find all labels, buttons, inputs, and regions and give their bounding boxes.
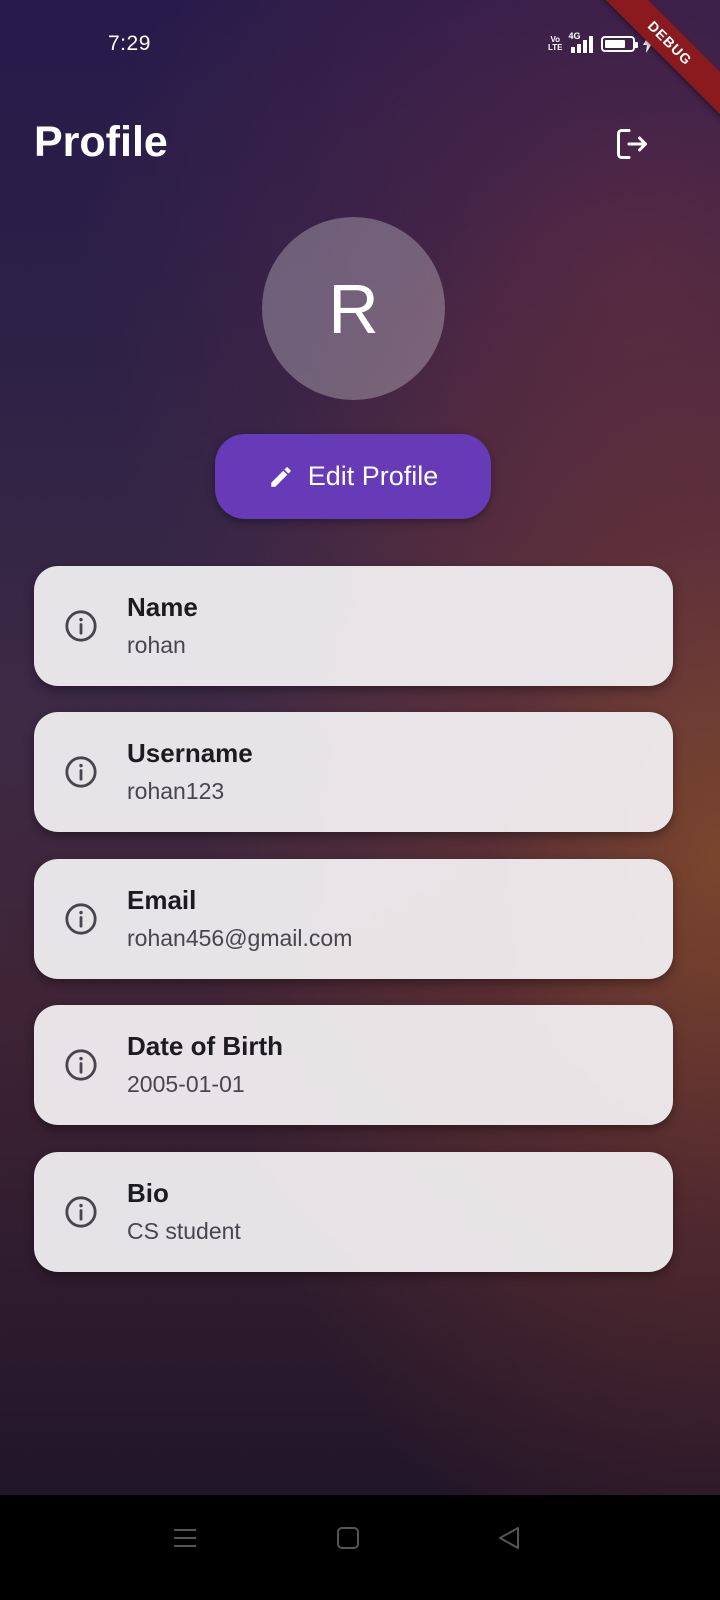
card-label: Email — [127, 885, 197, 915]
info-card-email: Email rohan456@gmail.com — [34, 859, 673, 979]
card-label: Bio — [127, 1178, 169, 1208]
back-triangle-icon — [499, 1527, 519, 1549]
home-button[interactable] — [333, 1523, 363, 1553]
info-card-bio: Bio CS student — [34, 1152, 673, 1272]
page-title: Profile — [34, 118, 168, 166]
volte-icon: Vo LTE — [548, 35, 563, 52]
card-value: CS student — [127, 1218, 241, 1244]
logout-icon — [617, 129, 647, 159]
status-icons: Vo LTE 4G — [548, 31, 653, 54]
signal-icon: 4G — [569, 31, 593, 53]
edit-profile-button[interactable]: Edit Profile — [215, 434, 491, 519]
battery-icon — [600, 36, 638, 52]
info-icon — [65, 610, 97, 642]
card-label: Username — [127, 738, 253, 768]
card-value: 2005-01-01 — [127, 1071, 245, 1097]
info-card-name: Name rohan — [34, 566, 673, 686]
status-bar: 7:29 Vo LTE 4G — [0, 0, 720, 90]
menu-icon — [174, 1529, 196, 1547]
card-value: rohan — [127, 632, 186, 658]
status-time: 7:29 — [108, 32, 151, 55]
info-icon — [65, 1049, 97, 1081]
info-icon — [65, 1196, 97, 1228]
card-label: Name — [127, 592, 198, 622]
pencil-icon — [270, 466, 291, 487]
card-value: rohan123 — [127, 778, 225, 804]
card-label: Date of Birth — [127, 1031, 283, 1061]
home-square-icon — [337, 1527, 359, 1549]
card-value: rohan456@gmail.com — [127, 925, 353, 951]
info-card-date-of-birth: Date of Birth 2005-01-01 — [34, 1005, 673, 1125]
menu-button[interactable] — [170, 1523, 200, 1553]
edit-profile-label: Edit Profile — [307, 461, 439, 491]
info-card-username: Username rohan123 — [34, 712, 673, 832]
back-button[interactable] — [494, 1523, 524, 1553]
info-icon — [65, 903, 97, 935]
logout-button[interactable] — [612, 124, 652, 164]
system-nav-bar — [0, 1495, 720, 1600]
avatar: R — [262, 217, 445, 400]
network-type: 4G — [568, 31, 581, 41]
info-icon — [65, 756, 97, 788]
